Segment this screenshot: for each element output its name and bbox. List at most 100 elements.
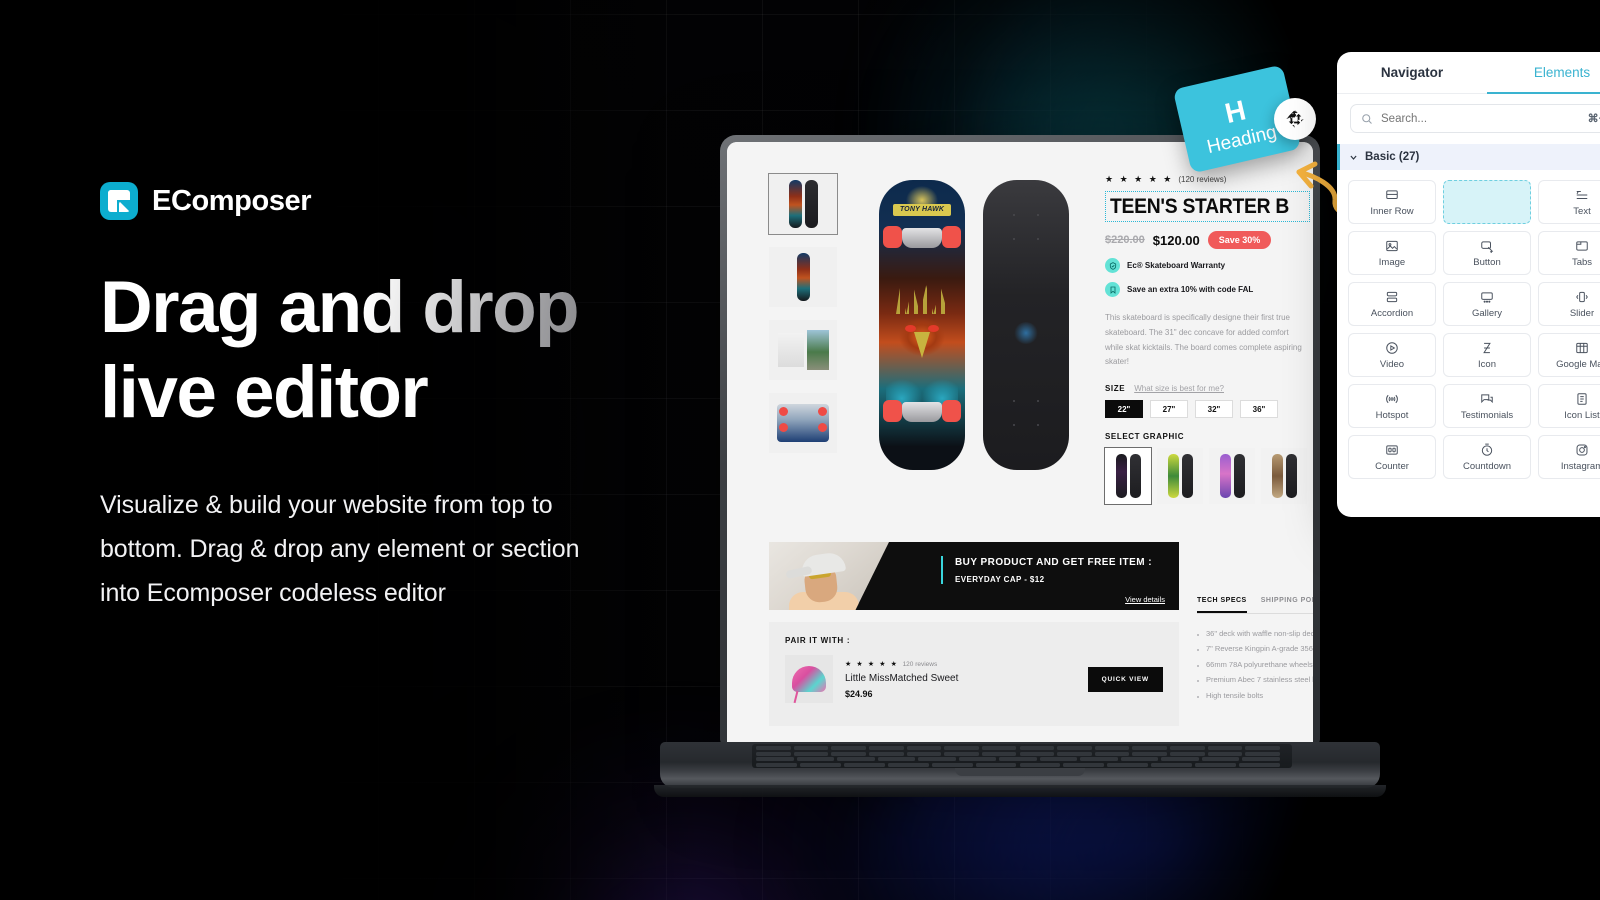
- bookmark-icon: [1105, 282, 1120, 297]
- pair-rating-stars: ★ ★ ★ ★ ★: [845, 660, 899, 668]
- element-label: Google Map: [1556, 358, 1600, 370]
- section-basic-label: Basic (27): [1365, 151, 1420, 163]
- graphic-swatches[interactable]: [1104, 447, 1307, 506]
- product-info: ★ ★ ★ ★ ★ (120 reviews) TEEN'S STARTER B…: [1104, 174, 1313, 506]
- pair-rating: ★ ★ ★ ★ ★ 120 reviews: [845, 660, 1076, 668]
- element-icon[interactable]: Icon: [1443, 333, 1531, 377]
- element-gallery[interactable]: Gallery: [1443, 282, 1531, 326]
- thumbnail-2[interactable]: [769, 247, 837, 307]
- element-testimonials[interactable]: Testimonials: [1443, 384, 1531, 428]
- quick-view-button[interactable]: QUICK VIEW: [1087, 666, 1163, 692]
- gallery-icon: [1481, 291, 1493, 303]
- price-row: $220.00 $120.00 Save 30%: [1105, 231, 1307, 249]
- tab-tech-specs[interactable]: TECH SPECS: [1197, 597, 1247, 613]
- section-basic-header[interactable]: Basic (27): [1337, 144, 1600, 170]
- promo-banner[interactable]: BUY PRODUCT AND GET FREE ITEM : EVERYDAY…: [769, 542, 1179, 610]
- thumbnail-4[interactable]: [769, 393, 837, 453]
- thumbnail-gallery[interactable]: [768, 173, 843, 504]
- laptop-screen-bezel: TONY HAWK ★ ★ ★ ★ ★ (120 reviews) TEEN'S…: [720, 135, 1320, 745]
- element-google-map[interactable]: Google Map: [1538, 333, 1600, 377]
- brand-logo[interactable]: EComposer: [100, 182, 700, 220]
- product-main-image[interactable]: TONY HAWK: [843, 174, 1105, 504]
- heading-badge-label: Heading: [1204, 121, 1279, 159]
- view-details-link[interactable]: View details: [1125, 595, 1165, 604]
- panel-search-wrap: ⌘+K: [1337, 94, 1600, 142]
- spec-item: 7" Reverse Kingpin A-grade 356 cast alum…: [1197, 641, 1313, 656]
- element-label: Video: [1379, 358, 1405, 370]
- product-title-selection[interactable]: TEEN'S STARTER B: [1105, 191, 1310, 222]
- search-input[interactable]: [1381, 112, 1580, 125]
- spec-tab-list[interactable]: TECH SPECS SHIPPING POLICY EXCHANGE & RE…: [1197, 597, 1313, 614]
- board-brand-label: TONY HAWK: [893, 204, 951, 216]
- size-options[interactable]: 22" 27" 32" 36": [1105, 400, 1307, 419]
- thumbnail-1[interactable]: [768, 173, 838, 235]
- graphic-swatch-4[interactable]: [1261, 448, 1307, 505]
- current-price: $120.00: [1152, 232, 1200, 248]
- element-label: Image: [1378, 256, 1406, 268]
- hero-screenshot: EComposer Drag and drop live editor Visu…: [0, 0, 1600, 900]
- element-instagram[interactable]: Instagram: [1538, 435, 1600, 479]
- promo-subline: EVERYDAY CAP - $12: [955, 575, 1045, 584]
- pair-product-name: Little MissMatched Sweet: [845, 672, 959, 684]
- size-option-27[interactable]: 27": [1150, 400, 1188, 419]
- promo-banner-image: [769, 542, 889, 610]
- board-beak-art: [914, 332, 930, 358]
- element-label: Testimonials: [1460, 409, 1514, 421]
- size-help-link[interactable]: What size is best for me?: [1134, 384, 1224, 393]
- hero-subcopy: Visualize & build your website from top …: [100, 491, 580, 608]
- element-tabs[interactable]: Tabs: [1538, 231, 1600, 275]
- tab-navigator[interactable]: Navigator: [1337, 52, 1487, 93]
- promo-banner-text: BUY PRODUCT AND GET FREE ITEM : EVERYDAY…: [941, 556, 1162, 584]
- graphic-swatch-1[interactable]: [1104, 447, 1152, 506]
- rating-reviews: (120 reviews): [1178, 175, 1227, 184]
- hotspot-icon: [1386, 394, 1398, 403]
- spec-item: 36" deck with waffle non-slip deck: [1197, 626, 1313, 641]
- element-hotspot[interactable]: Hotspot: [1348, 384, 1436, 428]
- tab-shipping-policy[interactable]: SHIPPING POLICY: [1261, 597, 1313, 613]
- thumbnail-3[interactable]: [769, 320, 837, 380]
- element-slider[interactable]: Slider: [1538, 282, 1600, 326]
- element-label: Tabs: [1571, 256, 1593, 268]
- element-label: Text: [1573, 205, 1591, 217]
- element-video[interactable]: Video: [1348, 333, 1436, 377]
- size-option-32[interactable]: 32": [1195, 400, 1233, 419]
- skate-truck-top: [883, 224, 961, 252]
- move-arrows-icon[interactable]: [1274, 98, 1316, 140]
- element-image[interactable]: Image: [1348, 231, 1436, 275]
- perk-warranty-text: Ec® Skateboard Warranty: [1127, 261, 1226, 270]
- element-button[interactable]: Button: [1443, 231, 1531, 275]
- element-icon-list[interactable]: Icon List: [1538, 384, 1600, 428]
- element-inner-row[interactable]: Inner Row: [1348, 180, 1436, 224]
- board-eyes-art: [905, 325, 939, 332]
- panel-tab-list[interactable]: Navigator Elements: [1337, 52, 1600, 94]
- skate-truck-bottom: [883, 398, 961, 426]
- size-option-22[interactable]: 22": [1105, 400, 1143, 419]
- tab-elements[interactable]: Elements: [1487, 52, 1600, 94]
- graphic-swatch-3[interactable]: [1209, 448, 1255, 505]
- search-box[interactable]: ⌘+K: [1350, 104, 1600, 133]
- pair-product-row[interactable]: ★ ★ ★ ★ ★ 120 reviews Little MissMatched …: [785, 655, 1163, 703]
- element-drop-placeholder[interactable]: [1443, 180, 1531, 224]
- icon-list-icon: [1577, 392, 1587, 405]
- element-label: Icon: [1478, 358, 1496, 370]
- pair-product-image: [785, 655, 833, 703]
- spec-item: High tensile bolts: [1197, 688, 1313, 703]
- countdown-icon: [1481, 443, 1493, 456]
- laptop-mockup: TONY HAWK ★ ★ ★ ★ ★ (120 reviews) TEEN'S…: [654, 130, 1386, 820]
- element-countdown[interactable]: Countdown: [1443, 435, 1531, 479]
- element-label: Icon List: [1564, 409, 1600, 421]
- select-graphic-label: SELECT GRAPHIC: [1105, 432, 1185, 442]
- brand-name: EComposer: [152, 184, 312, 217]
- element-counter[interactable]: Counter: [1348, 435, 1436, 479]
- size-option-36[interactable]: 36": [1240, 400, 1278, 419]
- counter-icon: [1386, 444, 1398, 455]
- element-label: Button: [1473, 256, 1501, 268]
- accordion-icon: [1386, 291, 1398, 302]
- icon-icon: [1483, 342, 1491, 353]
- element-label: Counter: [1375, 460, 1409, 472]
- elements-panel: Navigator Elements ⌘+K Basic (27) Inner …: [1337, 52, 1600, 517]
- element-text[interactable]: Text: [1538, 180, 1600, 224]
- graphic-swatch-2[interactable]: [1157, 448, 1203, 505]
- board-crown-art: [896, 284, 948, 314]
- element-accordion[interactable]: Accordion: [1348, 282, 1436, 326]
